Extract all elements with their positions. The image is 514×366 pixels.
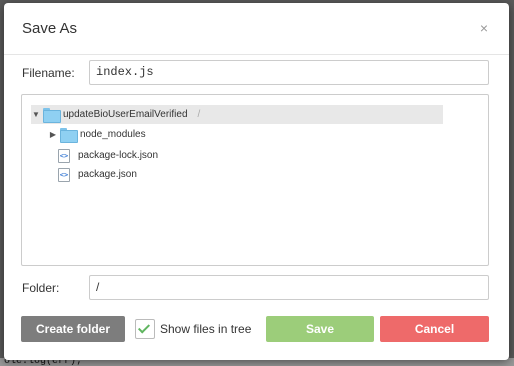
tree-root-label: updateBioUserEmailVerified — [63, 109, 188, 120]
tree-item-label: node_modules — [80, 129, 146, 140]
folder-label: Folder: — [22, 281, 60, 295]
tree-item-package-json[interactable]: <> package.json — [54, 165, 137, 184]
collapsed-arrow-icon[interactable]: ▶ — [48, 130, 58, 139]
filename-label: Filename: — [22, 66, 75, 80]
tree-root-row[interactable]: ▼ updateBioUserEmailVerified / — [31, 105, 443, 124]
code-file-icon: <> — [58, 167, 70, 182]
dialog-title: Save As — [22, 20, 78, 37]
create-folder-button[interactable]: Create folder — [21, 316, 125, 342]
tree-item-label: package-lock.json — [78, 150, 159, 161]
show-files-label: Show files in tree — [160, 322, 252, 336]
folder-icon — [60, 128, 78, 143]
expanded-arrow-icon[interactable]: ▼ — [31, 110, 41, 119]
folder-icon — [43, 108, 61, 123]
show-files-checkbox[interactable] — [135, 319, 155, 339]
filename-input[interactable]: index.js — [89, 60, 489, 85]
close-icon[interactable]: × — [480, 21, 488, 35]
tree-item-package-lock[interactable]: <> package-lock.json — [54, 146, 158, 165]
header-divider — [4, 54, 509, 55]
folder-input[interactable]: / — [89, 275, 489, 300]
save-as-dialog: Save As × Filename: index.js ▼ updateBio… — [4, 3, 509, 360]
checkmark-icon — [137, 321, 151, 334]
code-file-icon: <> — [58, 148, 70, 163]
tree-item-node-modules[interactable]: ▶ node_modules — [48, 125, 146, 144]
folder-tree[interactable]: ▼ updateBioUserEmailVerified / ▶ node_mo… — [21, 94, 489, 266]
tree-root-path: / — [197, 109, 201, 120]
save-button[interactable]: Save — [266, 316, 374, 342]
cancel-button[interactable]: Cancel — [380, 316, 489, 342]
tree-item-label: package.json — [78, 169, 137, 180]
